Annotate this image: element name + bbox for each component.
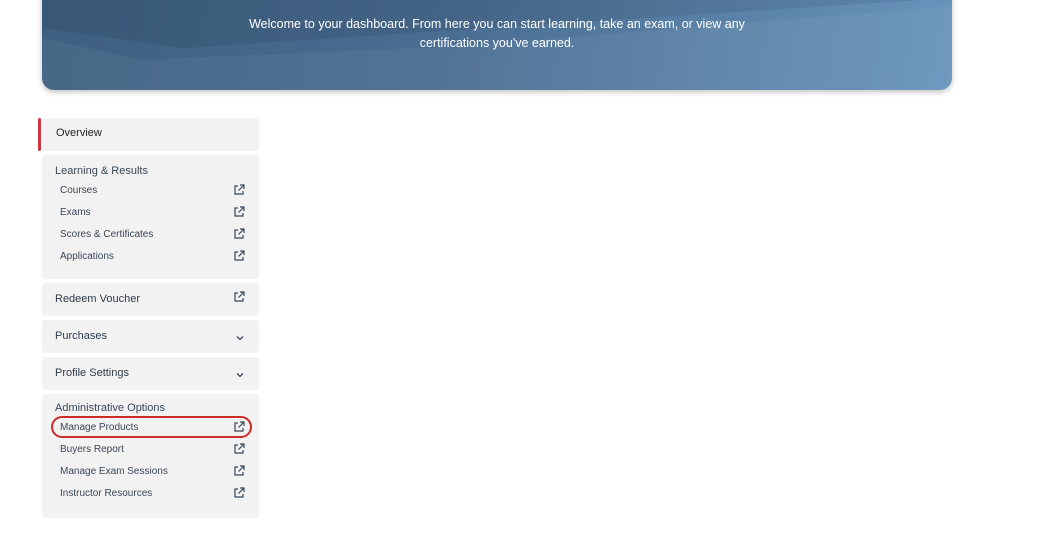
- active-indicator: [38, 118, 41, 151]
- sidebar-item-instructor-resources[interactable]: Instructor Resources: [60, 485, 245, 503]
- dashboard-hero-banner: Welcome to your dashboard. From here you…: [42, 0, 952, 90]
- welcome-message-line-1: Welcome to your dashboard. From here you…: [249, 17, 745, 31]
- sidebar-item-label: Applications: [60, 251, 114, 262]
- sidebar-item-label: Scores & Certificates: [60, 229, 154, 240]
- group-heading: Administrative Options: [55, 402, 166, 414]
- external-link-icon: [234, 228, 245, 239]
- sidebar-item-label: Manage Products: [60, 422, 139, 433]
- external-link-icon: [234, 465, 245, 476]
- welcome-message: Welcome to your dashboard. From here you…: [42, 15, 952, 53]
- external-link-icon: [234, 206, 245, 217]
- welcome-message-line-2: certifications you've earned.: [419, 36, 575, 50]
- sidebar-item-label: Profile Settings: [55, 367, 129, 379]
- sidebar-item-label: Courses: [60, 185, 98, 196]
- sidebar-item-redeem-voucher[interactable]: Redeem Voucher: [42, 283, 259, 316]
- external-link-icon: [234, 487, 245, 498]
- sidebar-item-label: Purchases: [55, 330, 107, 342]
- administrative-options-group: Administrative Options Manage Products B…: [42, 394, 259, 518]
- sidebar-item-exams[interactable]: Exams: [60, 204, 245, 222]
- sidebar-item-label: Overview: [56, 127, 102, 139]
- dashboard-sidebar: Overview Learning & Results Courses Exam…: [38, 118, 259, 522]
- external-link-icon: [234, 250, 245, 261]
- sidebar-item-scores-certificates[interactable]: Scores & Certificates: [60, 226, 245, 244]
- sidebar-item-manage-products[interactable]: Manage Products: [60, 419, 245, 437]
- sidebar-item-label: Redeem Voucher: [55, 293, 140, 305]
- group-heading: Learning & Results: [55, 165, 148, 177]
- sidebar-item-label: Buyers Report: [60, 444, 124, 455]
- sidebar-item-label: Exams: [60, 207, 91, 218]
- external-link-icon: [234, 184, 245, 195]
- chevron-down-icon: [236, 336, 244, 341]
- external-link-icon: [234, 291, 245, 302]
- learning-results-group: Learning & Results Courses Exams Scores …: [42, 155, 259, 279]
- sidebar-item-profile-settings[interactable]: Profile Settings: [42, 357, 259, 390]
- sidebar-item-label: Manage Exam Sessions: [60, 466, 168, 477]
- external-link-icon: [234, 421, 245, 432]
- chevron-down-icon: [236, 373, 244, 378]
- sidebar-item-purchases[interactable]: Purchases: [42, 320, 259, 353]
- sidebar-item-overview[interactable]: Overview: [38, 118, 259, 151]
- sidebar-item-applications[interactable]: Applications: [60, 248, 245, 266]
- sidebar-item-label: Instructor Resources: [60, 488, 153, 499]
- sidebar-item-manage-exam-sessions[interactable]: Manage Exam Sessions: [60, 463, 245, 481]
- sidebar-item-buyers-report[interactable]: Buyers Report: [60, 441, 245, 459]
- external-link-icon: [234, 443, 245, 454]
- sidebar-item-courses[interactable]: Courses: [60, 182, 245, 200]
